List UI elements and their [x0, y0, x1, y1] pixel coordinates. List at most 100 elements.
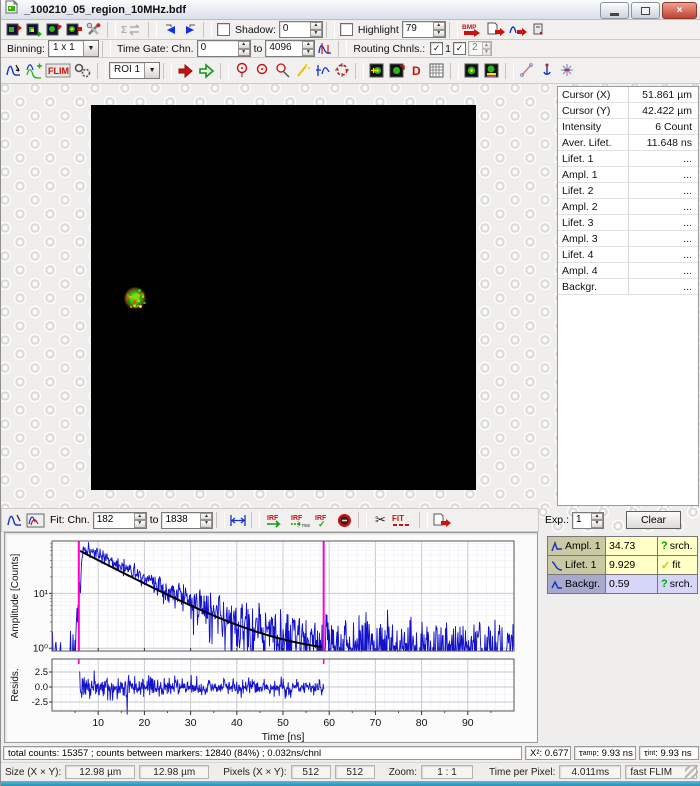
fit-settings-icon[interactable]: ✂	[371, 511, 389, 529]
fit-param-value[interactable]: 9.929	[606, 556, 658, 575]
fit-row-lifet1[interactable]: Lifet. 1 9.929 ✓fit	[548, 556, 698, 575]
circle-select-drop-icon[interactable]	[233, 62, 251, 80]
gate-from-spinner[interactable]: 0▲▼	[197, 40, 251, 57]
flim-image-view[interactable]	[91, 105, 476, 490]
marker-span-icon[interactable]	[229, 511, 247, 529]
shadow-checkbox[interactable]	[217, 23, 230, 36]
next-frame-icon[interactable]	[181, 21, 199, 39]
routing-ch2-value: 2	[469, 42, 482, 55]
settings-tools-icon[interactable]	[85, 21, 103, 39]
spin-down-icon[interactable]: ▼	[302, 49, 314, 57]
export-curve-icon[interactable]	[508, 21, 528, 39]
minimize-button[interactable]	[600, 2, 629, 19]
highlight-spinner[interactable]: 79▲▼	[402, 21, 446, 38]
letter-d-icon[interactable]: D	[408, 62, 426, 80]
decay-toolbar: Fit: Chn. 182▲▼ to 1838▲▼ IRF IRFmax IRF…	[1, 508, 539, 532]
time-gate-curve-icon[interactable]	[316, 40, 334, 58]
irf-load-icon[interactable]: IRF	[264, 511, 286, 529]
fit-param-value[interactable]: 34.73	[606, 537, 658, 556]
binning-select[interactable]: 1 x 1▼	[48, 40, 99, 57]
gate-to-value[interactable]: 4096	[266, 41, 302, 56]
workspace-background: Cursor (X)51.861 µm Cursor (Y)42.422 µm …	[1, 84, 700, 508]
fit-from-value[interactable]: 182	[94, 513, 134, 528]
lasso-icon[interactable]	[273, 62, 291, 80]
image-window-4-icon[interactable]	[65, 21, 83, 39]
spin-down-icon[interactable]: ▼	[433, 30, 445, 38]
gears-icon[interactable]	[73, 62, 93, 80]
image-window-2-icon[interactable]	[25, 21, 43, 39]
intensity-image-icon[interactable]	[463, 62, 481, 80]
flim-icon[interactable]: FLIM	[45, 62, 71, 80]
lifetime-image-icon[interactable]	[483, 62, 501, 80]
export-bmp-icon[interactable]: BMP	[462, 21, 484, 39]
wand-icon[interactable]	[293, 62, 311, 80]
spin-up-icon[interactable]: ▲	[310, 22, 322, 30]
circle-select-icon[interactable]	[253, 62, 271, 80]
routing-ch1-checkbox[interactable]: ✓	[430, 42, 443, 55]
adjust-trace-icon[interactable]	[313, 62, 331, 80]
fit-from-spinner[interactable]: 182▲▼	[93, 512, 147, 529]
spin-up-icon[interactable]: ▲	[238, 41, 250, 49]
apply-roi-red-icon[interactable]	[176, 62, 195, 80]
gate-from-value[interactable]: 0	[198, 41, 238, 56]
multi-trace-icon[interactable]	[25, 62, 43, 80]
exp-spinner[interactable]: 1▲▼	[572, 512, 604, 529]
spin-up-icon[interactable]: ▲	[591, 513, 603, 521]
restore-button[interactable]	[631, 2, 660, 19]
window-title: _100210_05_region_10MHz.bdf	[24, 4, 186, 16]
spin-down-icon[interactable]: ▼	[200, 520, 212, 528]
anchor-point-icon[interactable]	[538, 62, 556, 80]
irf-auto-icon[interactable]: IRFmax	[288, 511, 310, 529]
fit-to-spinner[interactable]: 1838▲▼	[161, 512, 213, 529]
pixel-trace-icon[interactable]	[5, 62, 23, 80]
resize-grip[interactable]	[685, 765, 698, 778]
roi-value: ROI 1	[110, 63, 144, 78]
spin-down-icon[interactable]: ▼	[134, 520, 146, 528]
decay-curve-icon[interactable]	[6, 511, 24, 529]
fit-param-value[interactable]: 0.59	[606, 575, 658, 594]
info-label: Ampl. 1	[558, 167, 629, 182]
chevron-down-icon[interactable]: ▼	[83, 41, 98, 56]
info-value: 11.648 ns	[629, 137, 698, 149]
image-window-3-icon[interactable]	[45, 21, 63, 39]
image-add-icon[interactable]	[368, 62, 386, 80]
trace-compare-icon[interactable]	[26, 511, 46, 529]
spin-down-icon[interactable]: ▼	[310, 30, 322, 38]
target-icon[interactable]	[333, 62, 351, 80]
roi-select[interactable]: ROI 1▼	[109, 62, 160, 79]
fit-to-value[interactable]: 1838	[162, 513, 200, 528]
shadow-value[interactable]: 0	[280, 22, 310, 37]
draw-line-icon[interactable]	[518, 62, 536, 80]
routing-ch2-checkbox[interactable]: ✓	[453, 42, 466, 55]
irf-check-icon[interactable]: IRF✓	[312, 511, 334, 529]
clear-button[interactable]: Clear	[626, 511, 681, 529]
previous-frame-icon[interactable]	[161, 21, 179, 39]
run-fit-icon[interactable]: FIT	[391, 511, 415, 529]
print-icon[interactable]	[530, 21, 548, 39]
chevron-down-icon[interactable]: ▼	[144, 63, 159, 78]
gate-to-spinner[interactable]: 4096▲▼	[265, 40, 315, 57]
crosshair-marker-icon[interactable]	[558, 62, 576, 80]
image-copy-icon[interactable]	[388, 62, 406, 80]
exp-value[interactable]: 1	[573, 513, 591, 528]
highlight-checkbox[interactable]	[340, 23, 353, 36]
decay-and-residuals-chart[interactable]: 10203040506070809010¹10⁰2.50.0-2.5Amplit…	[5, 533, 537, 742]
close-button[interactable]: ×	[662, 2, 697, 19]
spin-up-icon[interactable]: ▲	[433, 22, 445, 30]
image-window-1-icon[interactable]	[5, 21, 23, 39]
spin-down-icon[interactable]: ▼	[238, 49, 250, 57]
window-bottom-edge	[1, 781, 700, 786]
stop-fit-icon[interactable]	[336, 511, 354, 529]
hatch-mask-icon[interactable]	[428, 62, 446, 80]
spin-up-icon[interactable]: ▲	[200, 513, 212, 521]
shadow-spinner[interactable]: 0▲▼	[279, 21, 323, 38]
export-data-icon[interactable]	[486, 21, 506, 39]
highlight-value[interactable]: 79	[403, 22, 433, 37]
fit-row-backgr[interactable]: Backgr. 0.59 ?srch.	[548, 575, 698, 594]
spin-up-icon[interactable]: ▲	[134, 513, 146, 521]
export-decay-icon[interactable]	[432, 511, 452, 529]
spin-up-icon[interactable]: ▲	[302, 41, 314, 49]
spin-down-icon[interactable]: ▼	[591, 520, 603, 528]
fit-row-ampl1[interactable]: Ampl. 1 34.73 ?srch.	[548, 537, 698, 556]
apply-roi-green-icon[interactable]	[197, 62, 216, 80]
